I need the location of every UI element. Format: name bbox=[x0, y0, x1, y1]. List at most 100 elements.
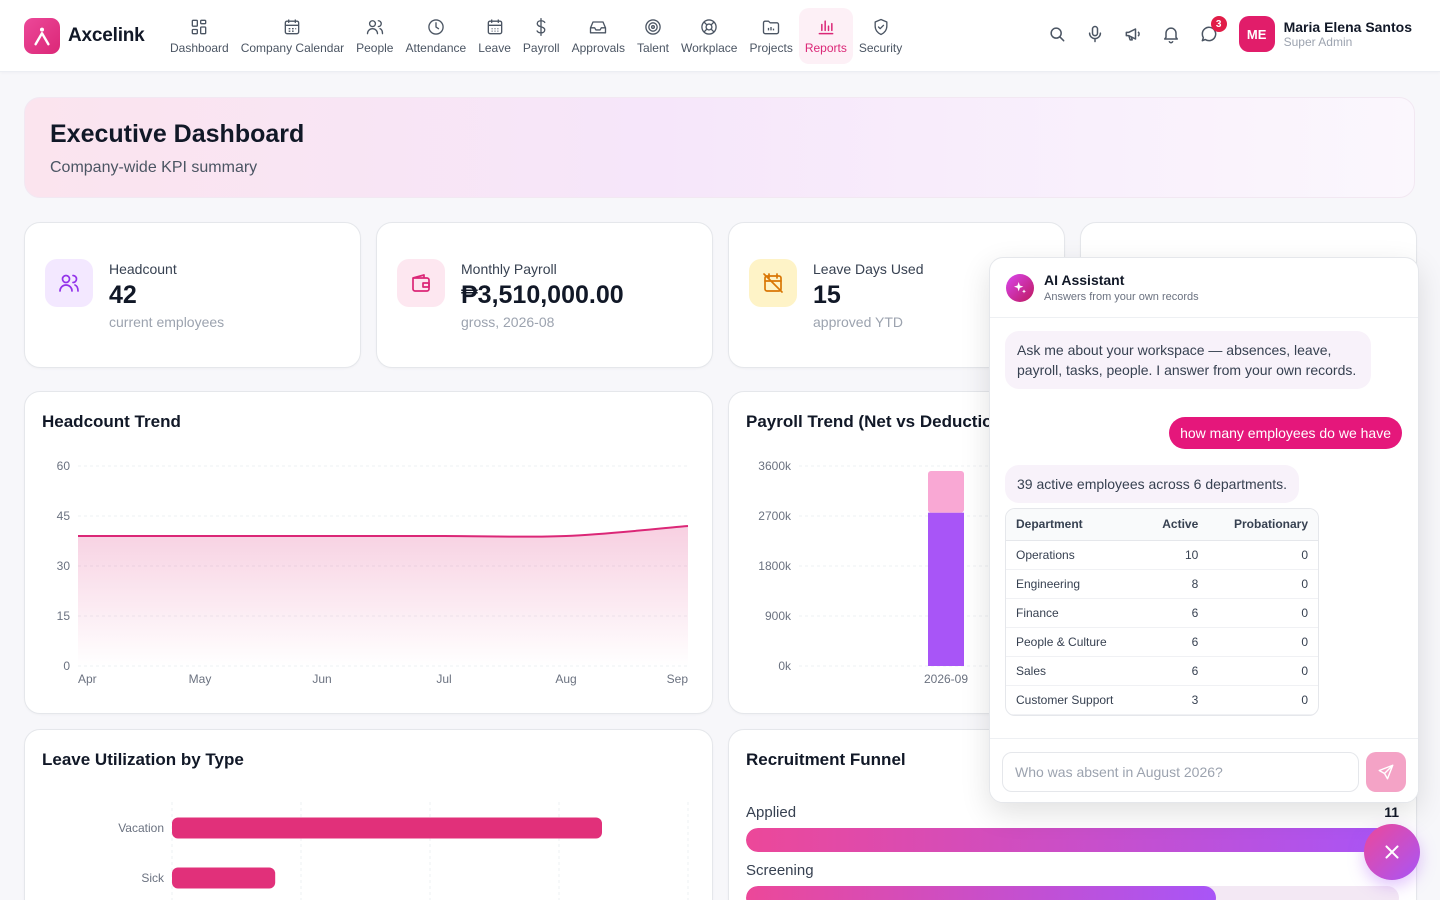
nav-item-talent[interactable]: Talent bbox=[631, 8, 675, 64]
nav-label: Leave bbox=[478, 41, 511, 55]
folder-icon bbox=[762, 20, 780, 35]
assistant-intro-message: Ask me about your workspace — absences, … bbox=[1005, 331, 1371, 389]
nav-item-payroll[interactable]: Payroll bbox=[517, 8, 566, 64]
table-cell: 0 bbox=[1208, 598, 1318, 628]
ai-assistant-title: AI Assistant bbox=[1044, 272, 1125, 288]
nav-label: Approvals bbox=[571, 41, 625, 55]
nav-item-attendance[interactable]: Attendance bbox=[399, 8, 472, 64]
table-cell: 6 bbox=[1142, 627, 1209, 657]
nav-item-reports[interactable]: Reports bbox=[798, 8, 853, 64]
sparkles-icon bbox=[1006, 273, 1034, 302]
table-cell: 0 bbox=[1208, 627, 1318, 657]
bell-icon[interactable] bbox=[1161, 24, 1181, 44]
table-cell: 6 bbox=[1142, 598, 1209, 628]
clock-icon bbox=[428, 19, 444, 35]
calendar-days-icon bbox=[487, 19, 502, 35]
y-tick-label: 0k bbox=[778, 659, 792, 673]
column-header: Department bbox=[1006, 509, 1143, 541]
table-cell: Sales bbox=[1006, 656, 1143, 686]
table-cell: 0 bbox=[1208, 656, 1318, 686]
send-icon bbox=[1378, 764, 1394, 780]
wallet-icon bbox=[397, 259, 445, 307]
avatar: ME bbox=[1238, 16, 1275, 52]
nav-item-people[interactable]: People bbox=[350, 8, 399, 64]
ai-assistant-panel: AI Assistant Answers from your own recor… bbox=[989, 257, 1419, 803]
bar bbox=[172, 817, 602, 839]
nav-label: Workplace bbox=[681, 41, 738, 55]
assistant-answer: 39 active employees across 6 departments… bbox=[1005, 465, 1300, 503]
funnel-stage-applied[interactable]: Applied 11 bbox=[746, 804, 1399, 852]
table-cell: Engineering bbox=[1006, 569, 1143, 599]
funnel-stage-count: 11 bbox=[1384, 804, 1399, 820]
table-row: Engineering 8 0 bbox=[1006, 569, 1318, 599]
table-row: People & Culture 6 0 bbox=[1006, 627, 1318, 657]
nav-label: Reports bbox=[804, 41, 847, 55]
y-tick-label: 0 bbox=[63, 659, 70, 673]
microphone-icon[interactable] bbox=[1085, 24, 1105, 44]
nav-item-leave[interactable]: Leave bbox=[472, 8, 517, 64]
nav-item-dashboard[interactable]: Dashboard bbox=[164, 8, 235, 64]
page-subtitle: Company-wide KPI summary bbox=[50, 159, 258, 176]
nav-item-company-calendar[interactable]: Company Calendar bbox=[235, 8, 350, 64]
page-header: Executive Dashboard Company-wide KPI sum… bbox=[24, 97, 1415, 198]
kpi-value: 42 bbox=[109, 281, 137, 309]
funnel-fill bbox=[746, 828, 1399, 852]
nav-item-workplace[interactable]: Workplace bbox=[675, 8, 743, 64]
nav-label: Attendance bbox=[405, 41, 467, 55]
messages-icon[interactable]: 3 bbox=[1199, 16, 1227, 44]
user-message: how many employees do we have bbox=[1169, 417, 1402, 449]
bar bbox=[172, 867, 276, 889]
kpi-label: Leave Days Used bbox=[813, 261, 924, 277]
x-tick-label: May bbox=[189, 672, 212, 686]
user-menu[interactable]: ME Maria Elena Santos Super Admin bbox=[1238, 16, 1412, 52]
close-icon bbox=[1385, 845, 1399, 859]
brand-name: Axcelink bbox=[68, 25, 145, 46]
category-label: Vacation bbox=[118, 821, 164, 835]
grid-icon bbox=[192, 19, 207, 35]
dollar-icon bbox=[536, 18, 546, 36]
kpi-value: ₱3,510,000.00 bbox=[461, 281, 624, 309]
x-tick-label: 2026-09 bbox=[924, 672, 968, 686]
funnel-track bbox=[746, 828, 1399, 852]
nav-item-security[interactable]: Security bbox=[853, 8, 908, 64]
headcount-trend-panel: Headcount Trend 0 15 30 45 60 Apr May Jun Jul Aug… bbox=[24, 391, 713, 714]
close-assistant-button[interactable] bbox=[1364, 824, 1420, 880]
table-cell: Finance bbox=[1006, 598, 1143, 628]
ai-assistant-subtitle: Answers from your own records bbox=[1044, 291, 1199, 303]
users-icon bbox=[366, 20, 383, 35]
table-cell: 0 bbox=[1208, 569, 1318, 599]
funnel-stage-label: Screening bbox=[746, 862, 814, 879]
nav-label: Company Calendar bbox=[240, 41, 345, 55]
y-tick-label: 60 bbox=[57, 459, 71, 473]
lifebuoy-icon bbox=[701, 19, 717, 35]
leave-chart: Vacation Sick bbox=[118, 802, 689, 900]
y-tick-label: 15 bbox=[57, 609, 71, 623]
table-cell: 3 bbox=[1142, 685, 1209, 715]
target-icon bbox=[645, 19, 661, 35]
brand-logo-icon bbox=[24, 18, 60, 54]
nav-item-approvals[interactable]: Approvals bbox=[566, 8, 631, 64]
series-area bbox=[78, 526, 688, 666]
kpi-card-headcount: Headcount 42 current employees bbox=[24, 222, 361, 368]
calendar-icon bbox=[285, 19, 300, 35]
y-tick-label: 1800k bbox=[758, 559, 792, 573]
send-button[interactable] bbox=[1366, 752, 1406, 792]
nav-item-projects[interactable]: Projects bbox=[743, 8, 798, 64]
kpi-sub: gross, 2026-08 bbox=[461, 314, 555, 330]
brand[interactable]: Axcelink bbox=[24, 18, 145, 54]
y-tick-label: 3600k bbox=[758, 459, 792, 473]
funnel-stage-label: Applied bbox=[746, 804, 797, 821]
funnel-stage-screening[interactable]: Screening bbox=[746, 862, 1399, 900]
table-cell: People & Culture bbox=[1006, 627, 1143, 657]
top-navigation-bar: Axcelink Dashboard Company Calendar Peop… bbox=[0, 0, 1440, 72]
shield-icon bbox=[874, 18, 888, 36]
nav-label: Dashboard bbox=[170, 41, 229, 55]
megaphone-icon[interactable] bbox=[1123, 24, 1143, 44]
kpi-value: 15 bbox=[813, 281, 841, 309]
y-tick-label: 30 bbox=[57, 559, 71, 573]
ai-message-input[interactable] bbox=[1002, 752, 1359, 792]
page-title: Executive Dashboard bbox=[50, 120, 305, 148]
table-header-row: Department Active Probationary bbox=[1006, 509, 1318, 541]
funnel-fill bbox=[746, 886, 1217, 900]
search-icon[interactable] bbox=[1047, 24, 1067, 44]
